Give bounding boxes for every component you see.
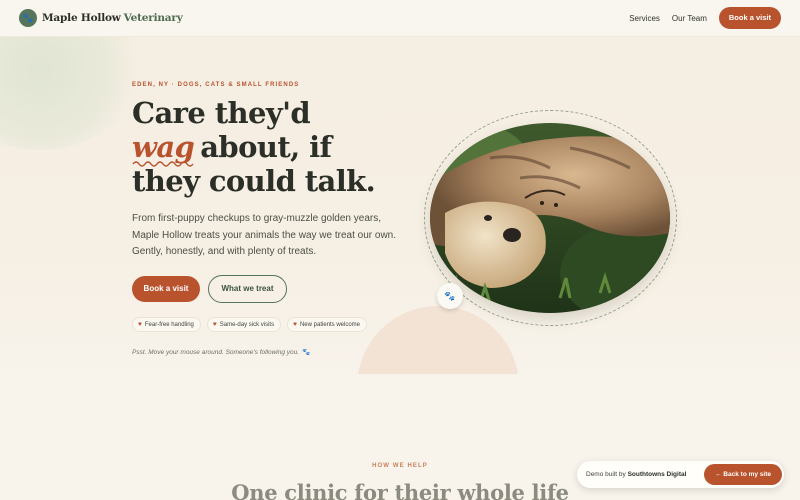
back-to-site-button[interactable]: ← Back to my site [704,464,782,485]
demo-builder: Southtowns Digital [627,471,687,478]
chip-same-day: ♥ Same-day sick visits [206,317,282,332]
nav-link-services[interactable]: Services [629,14,660,23]
headline-line-2-rest: about, if [200,130,332,164]
demo-text: Demo built by Southtowns Digital [586,471,686,478]
chip-new-patients: ♥ New patients welcome [287,317,367,332]
page: 🐾 Maple Hollow Veterinary Services Our Te… [0,0,800,500]
heart-icon: ♥ [212,321,217,328]
brand-name: Maple Hollow [42,12,121,24]
book-visit-button[interactable]: Book a visit [132,276,200,302]
demo-attribution: Demo built by Southtowns Digital ← Back … [577,461,784,488]
chip-label: Fear-free handling [144,321,194,328]
pet-photo-illustration [430,123,670,313]
hero-eyebrow: EDEN, NY · DOGS, CATS & SMALL FRIENDS [132,82,300,88]
nav-link-our-team[interactable]: Our Team [672,14,707,23]
hero-headline: Care they'd wag about, if they could talk… [132,96,432,198]
chip-label: New patients welcome [299,321,360,328]
headline-line-1: Care they'd [132,96,311,130]
headline-wag: wag [132,130,195,167]
hero-description: From first-puppy checkups to gray-muzzle… [132,213,397,257]
feature-chips: ♥ Fear-free handling ♥ Same-day sick visit… [132,317,373,332]
chip-label: Same-day sick visits [219,321,275,328]
demo-prefix: Demo built by [586,471,626,478]
paw-icon: 🐾 [302,349,311,356]
header-book-button[interactable]: Book a visit [718,7,781,29]
hero-photo-cat-and-dog [430,123,670,313]
paw-icon: 🐾 [437,283,463,309]
headline-wag-word: wag [132,130,195,164]
chip-fear-free: ♥ Fear-free handling [132,317,201,332]
brand-suffix: Veterinary [123,12,183,24]
psst-note: Psst. Move your mouse around. Someone's … [132,348,310,356]
site-header: 🐾 Maple Hollow Veterinary Services Our Te… [0,0,800,37]
squiggle-underline [132,161,194,167]
what-we-treat-button[interactable]: What we treat [208,275,287,303]
headline-line-2: wag about, if [132,130,432,167]
heart-icon: ♥ [293,321,297,328]
psst-text: Psst. Move your mouse around. Someone's … [132,349,300,356]
paw-icon[interactable]: 🐾 [19,9,37,27]
main-nav: Services Our Team Book a visit [629,7,781,29]
brand-logo[interactable]: Maple Hollow Veterinary [42,12,183,24]
heart-icon: ♥ [138,321,142,328]
headline-line-3: they could talk. [132,164,376,198]
